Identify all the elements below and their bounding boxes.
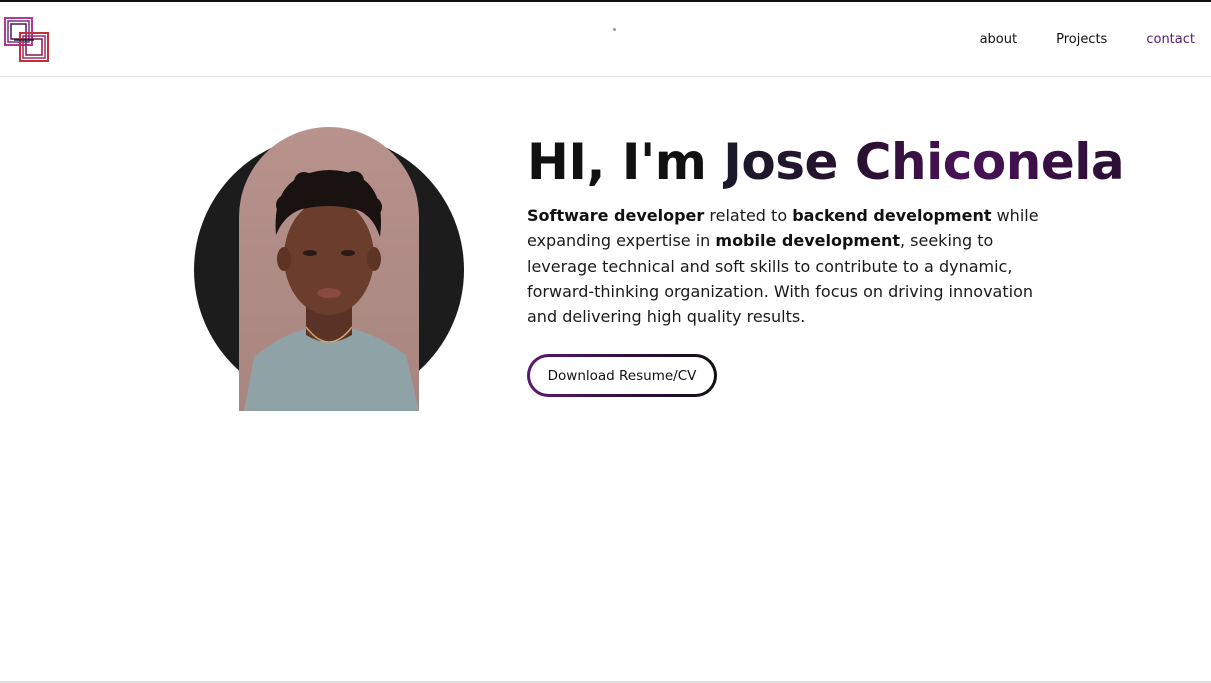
site-header: about Projects contact xyxy=(0,2,1211,77)
bio-text-1: related to xyxy=(704,206,793,225)
bio-bold-mobile: mobile development xyxy=(715,231,900,251)
nav-projects[interactable]: Projects xyxy=(1056,32,1107,47)
hero-bio: Software developer related to backend de… xyxy=(527,203,1067,329)
header-dot xyxy=(613,28,616,31)
bio-bold-software-developer: Software developer xyxy=(527,206,705,225)
nav-about[interactable]: about xyxy=(980,32,1018,47)
main-nav: about Projects contact xyxy=(941,32,1195,47)
hero-name: Jose Chiconela xyxy=(723,133,1125,191)
nav-contact[interactable]: contact xyxy=(1146,32,1195,47)
hero-section: HI, I'm Jose Chiconela Software develope… xyxy=(527,130,1125,394)
download-cv-button[interactable]: Download Resume/CV xyxy=(527,354,717,397)
bio-bold-backend: backend development xyxy=(792,206,992,225)
profile-photo xyxy=(239,127,419,411)
profile-portrait xyxy=(194,127,464,411)
hero-heading: HI, I'm Jose Chiconela xyxy=(527,130,1125,194)
logo-icon[interactable] xyxy=(4,17,50,63)
hero-greeting: HI, I'm xyxy=(527,133,724,191)
